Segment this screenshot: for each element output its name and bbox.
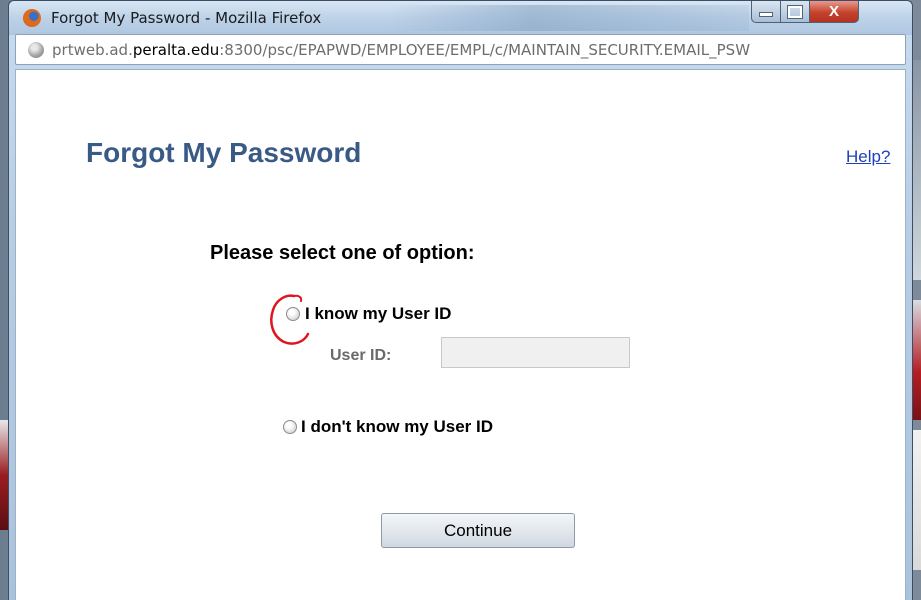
close-icon: X	[828, 3, 839, 20]
title-bar[interactable]: Forgot My Password - Mozilla Firefox X	[9, 1, 912, 35]
page-content: Forgot My Password Help? Please select o…	[15, 69, 906, 600]
url-path: :8300/psc/EPAPWD/EMPLOYEE/EMPL/c/MAINTAI…	[219, 40, 751, 59]
page-title: Forgot My Password	[86, 137, 362, 168]
firefox-icon	[23, 9, 41, 27]
url-prefix: prtweb.ad.	[52, 40, 133, 59]
browser-window: Forgot My Password - Mozilla Firefox X p…	[8, 0, 913, 600]
user-id-input[interactable]	[441, 337, 630, 368]
option-dont-know-user-id-label[interactable]: I don't know my User ID	[301, 417, 493, 437]
minimize-button[interactable]	[751, 1, 781, 23]
title-bar-glow	[389, 5, 749, 31]
user-id-label: User ID:	[330, 347, 392, 364]
option-know-user-id-label[interactable]: I know my User ID	[305, 304, 451, 324]
maximize-icon	[787, 4, 803, 19]
minimize-icon	[759, 12, 773, 17]
red-circle-annotation	[270, 294, 310, 345]
maximize-button[interactable]	[780, 1, 810, 23]
desktop-background	[913, 430, 921, 570]
continue-button[interactable]: Continue	[381, 513, 575, 548]
desktop-background	[913, 300, 921, 420]
globe-icon	[28, 41, 44, 58]
desktop-background	[0, 420, 8, 530]
help-link[interactable]: Help?	[846, 147, 890, 167]
url-text[interactable]: prtweb.ad.peralta.edu:8300/psc/EPAPWD/EM…	[52, 41, 750, 59]
option-prompt: Please select one of option:	[210, 242, 475, 264]
window-title: Forgot My Password - Mozilla Firefox	[51, 9, 322, 27]
url-host: peralta.edu	[132, 40, 220, 59]
url-bar[interactable]: prtweb.ad.peralta.edu:8300/psc/EPAPWD/EM…	[15, 34, 906, 65]
desktop-background	[913, 60, 921, 280]
close-button[interactable]: X	[809, 1, 859, 23]
radio-dont-know-user-id[interactable]	[283, 420, 297, 434]
